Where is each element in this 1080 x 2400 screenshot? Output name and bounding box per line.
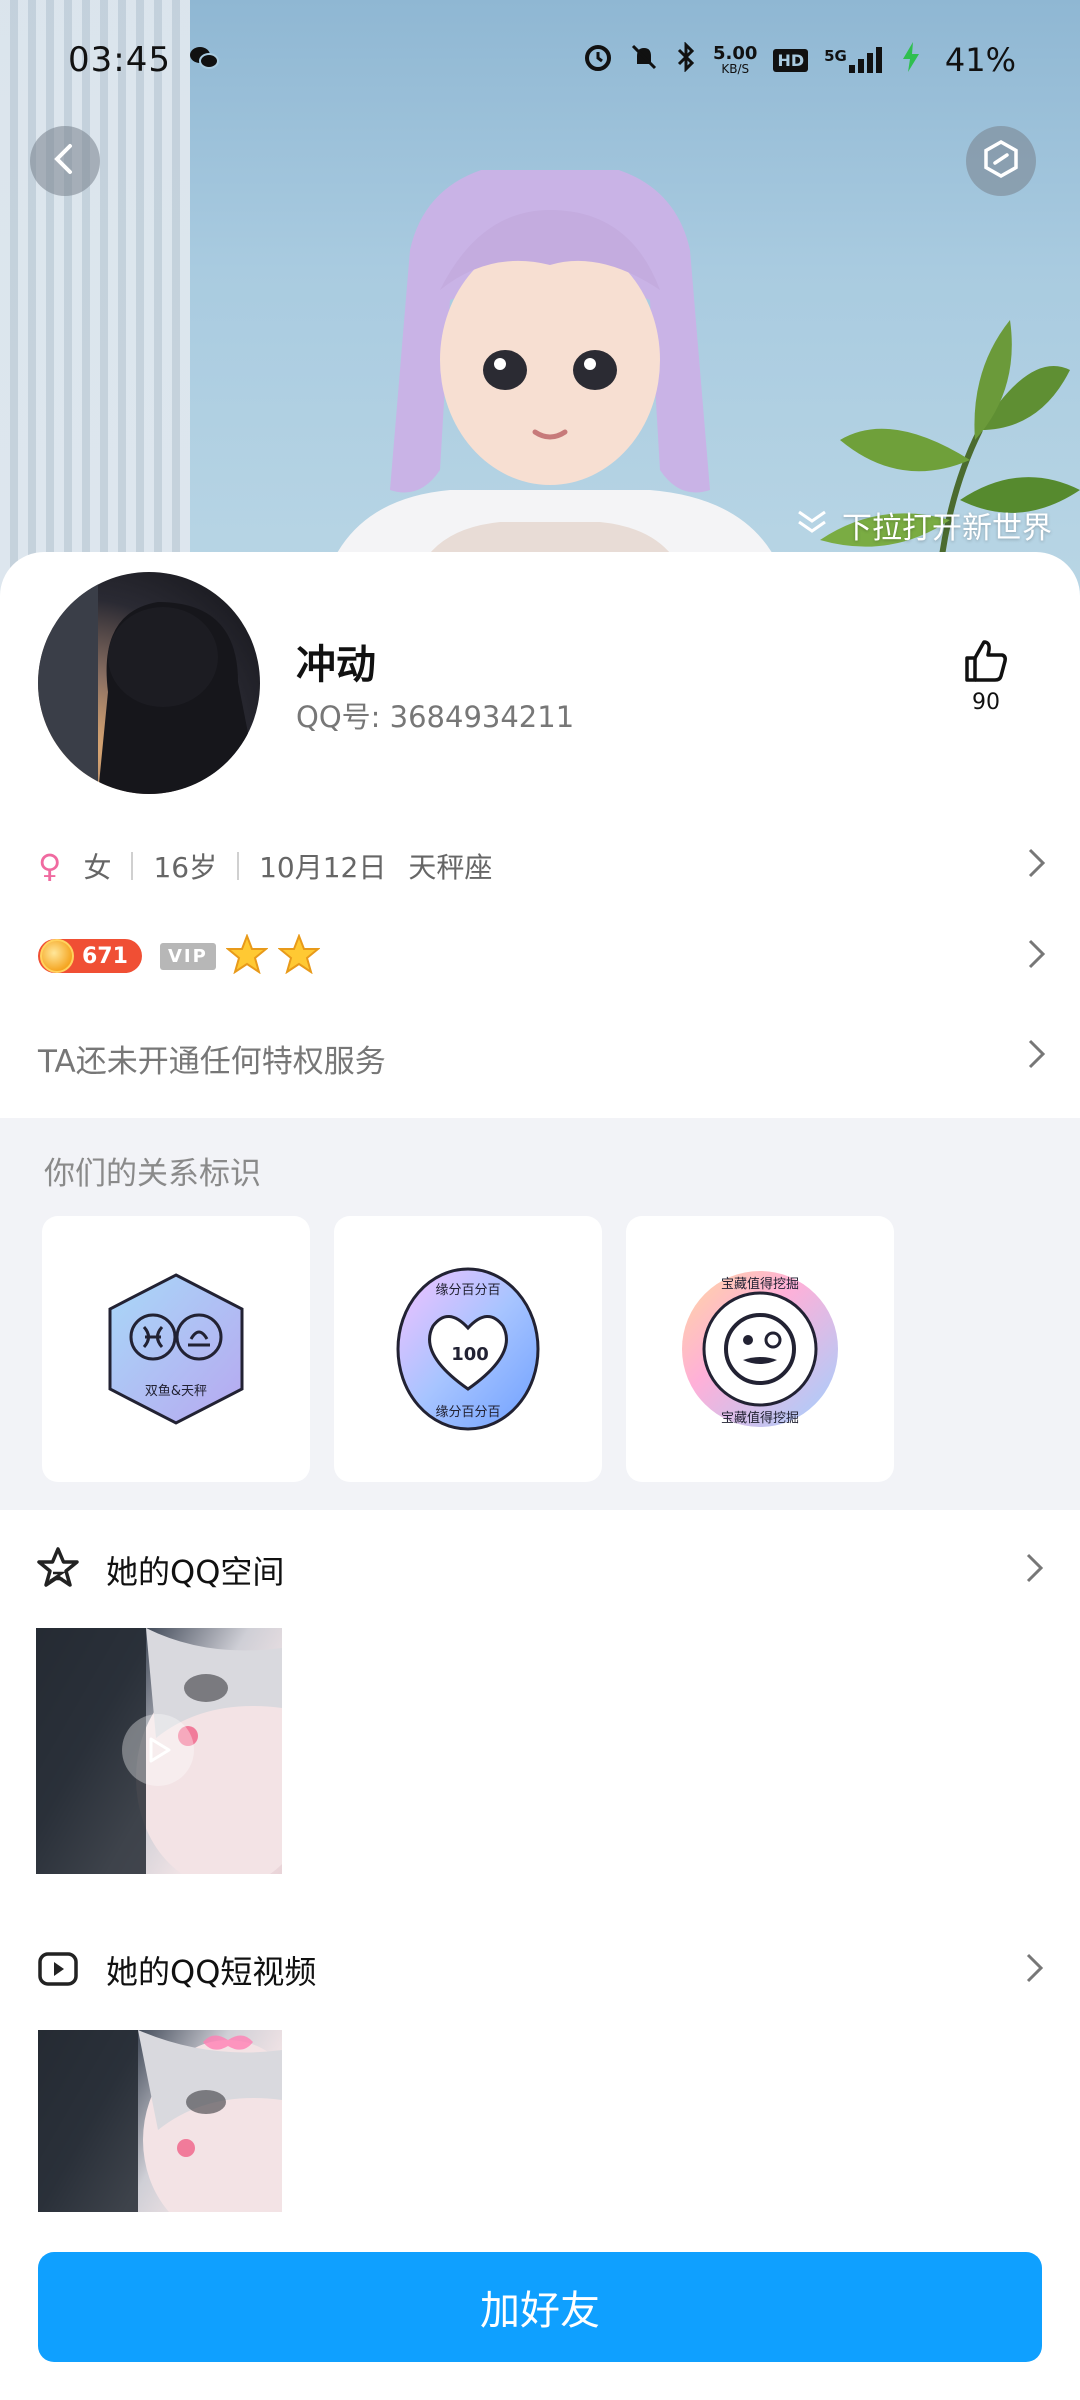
short-video-section-header[interactable]: 她的QQ短视频 <box>36 1940 1046 2000</box>
status-bar: 03:45 5.00 KB/S HD 5G 41% <box>0 0 1080 120</box>
level-badge: 671 <box>38 939 142 973</box>
back-arrow-icon <box>48 142 82 180</box>
add-friend-button[interactable]: 加好友 <box>38 2252 1042 2362</box>
birthday-text: 10月12日 <box>259 851 387 884</box>
more-settings-button[interactable] <box>966 126 1036 196</box>
short-video-label: 她的QQ短视频 <box>106 1953 317 1991</box>
pull-down-hint[interactable]: 下拉打开新世界 <box>796 503 1052 547</box>
relation-card-zodiac[interactable]: 双鱼&天秤 <box>42 1216 310 1482</box>
badges-row[interactable]: 671 VIP <box>38 928 1048 984</box>
mute-icon <box>629 42 659 79</box>
zodiac-badge-icon: 双鱼&天秤 <box>108 1273 244 1425</box>
chevron-right-icon <box>1026 846 1048 887</box>
chevron-right-icon <box>1024 1951 1046 1989</box>
qzone-label: 她的QQ空间 <box>106 1553 285 1591</box>
relation-card-treasure[interactable]: 宝藏值得挖掘 宝藏值得挖掘 <box>626 1216 894 1482</box>
star-outline-icon <box>36 1546 80 1594</box>
zodiac-text: 天秤座 <box>408 851 493 884</box>
star-icon <box>224 933 269 978</box>
relation-card-destiny[interactable]: 100 缘分百分百 缘分百分百 <box>334 1216 602 1482</box>
qzone-section-header[interactable]: 她的QQ空间 <box>36 1540 1046 1600</box>
star-icon <box>276 933 321 978</box>
basic-info-row[interactable]: ♀ 女 16岁 10月12日 天秤座 <box>38 838 1048 894</box>
qq-number: QQ号: 3684934211 <box>296 700 575 734</box>
chevron-right-icon <box>1026 937 1048 975</box>
back-button[interactable] <box>30 126 100 196</box>
chevron-right-icon <box>1026 1037 1048 1079</box>
hexagon-menu-icon <box>981 139 1021 183</box>
double-chevron-down-icon <box>796 508 828 543</box>
relationship-section: 你们的关系标识 双鱼&天秤 100 缘分百分百 缘分百分百 宝藏值得挖掘 宝藏值… <box>0 1118 1080 1510</box>
svg-text:缘分百分百: 缘分百分百 <box>435 1405 500 1420</box>
avatar[interactable] <box>38 572 260 794</box>
video-icon <box>36 1946 80 1994</box>
chevron-right-icon <box>1024 1551 1046 1589</box>
vip-badge: VIP <box>159 942 216 970</box>
svg-text:双鱼&天秤: 双鱼&天秤 <box>145 1383 207 1399</box>
thumbs-up-icon <box>963 640 1009 688</box>
play-icon <box>122 1714 194 1786</box>
svg-text:100: 100 <box>451 1344 489 1365</box>
privilege-text: TA还未开通任何特权服务 <box>38 1043 386 1080</box>
svg-text:宝藏值得挖掘: 宝藏值得挖掘 <box>721 1410 799 1426</box>
like-button[interactable]: 90 <box>948 638 1024 715</box>
divider <box>131 852 134 880</box>
signal-5g-icon: 5G <box>824 47 885 73</box>
hd-icon: HD <box>773 48 809 72</box>
cover-3d-avatar <box>320 170 790 600</box>
age-text: 16岁 <box>153 851 218 884</box>
level-number: 671 <box>82 943 128 969</box>
charging-icon <box>901 41 921 79</box>
treasure-face-badge-icon: 宝藏值得挖掘 宝藏值得挖掘 <box>682 1271 838 1427</box>
gender-text: 女 <box>83 851 112 884</box>
battery-level: 41% <box>944 41 1016 79</box>
female-icon: ♀ <box>38 847 62 885</box>
network-speed: 5.00 KB/S <box>713 43 758 76</box>
profile-cover[interactable]: 03:45 5.00 KB/S HD 5G 41% 下拉打开新世界 <box>0 0 1080 600</box>
pull-hint-text: 下拉打开新世界 <box>842 511 1052 546</box>
svg-text:缘分百分百: 缘分百分百 <box>435 1283 500 1298</box>
qzone-video-thumbnail[interactable] <box>36 1628 282 1874</box>
like-count: 90 <box>972 690 1000 715</box>
relationship-title: 你们的关系标识 <box>44 1156 261 1192</box>
heart-100-badge-icon: 100 缘分百分百 缘分百分百 <box>396 1267 540 1431</box>
sun-coin-icon <box>40 939 74 973</box>
short-video-thumbnail[interactable] <box>38 2030 282 2212</box>
bluetooth-icon <box>675 40 697 79</box>
wechat-notification-icon <box>189 40 219 80</box>
svg-text:宝藏值得挖掘: 宝藏值得挖掘 <box>721 1276 799 1292</box>
profile-name: 冲动 <box>296 642 376 688</box>
alarm-icon <box>583 42 613 79</box>
status-icons: 5.00 KB/S HD 5G 41% <box>583 40 1016 79</box>
status-time: 03:45 <box>68 40 171 80</box>
divider <box>237 852 240 880</box>
privilege-row[interactable]: TA还未开通任何特权服务 <box>38 1030 1048 1086</box>
